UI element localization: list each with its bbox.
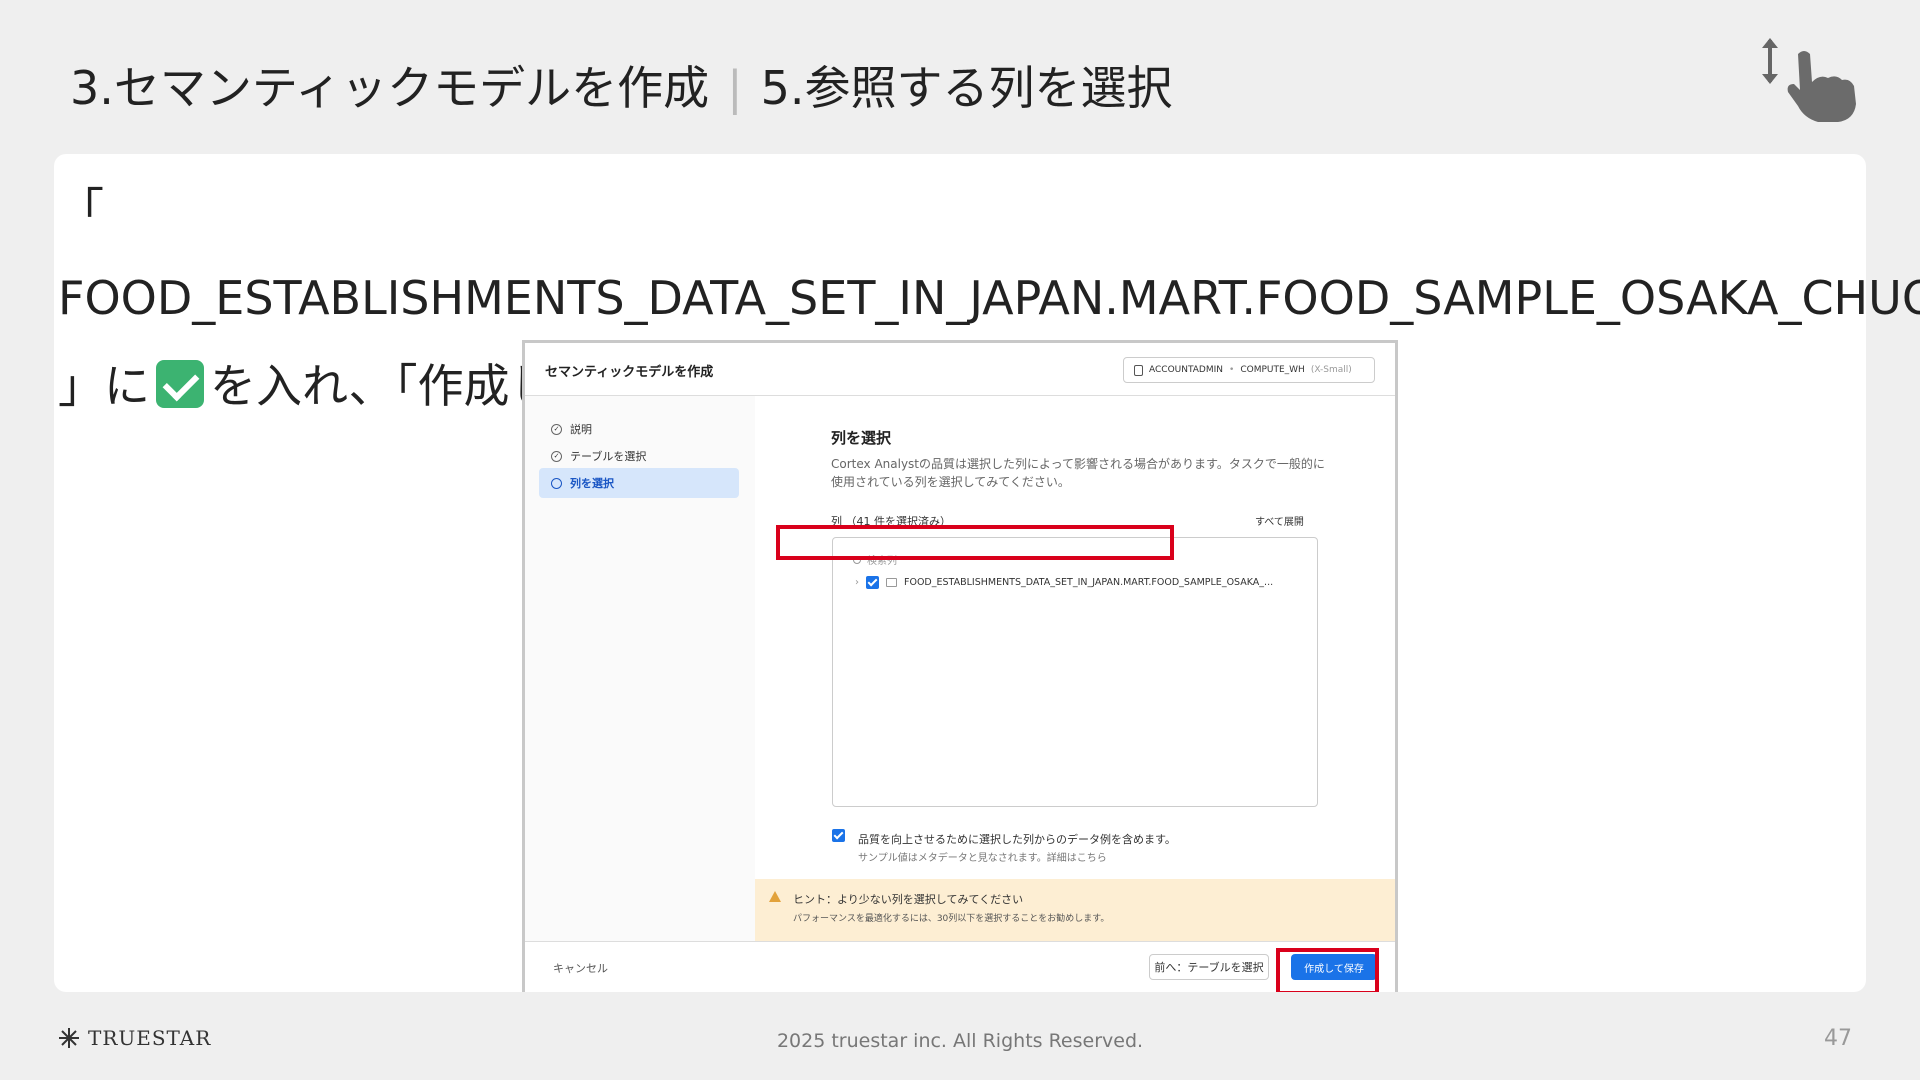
embedded-screenshot: セマンティックモデルを作成 ACCOUNTADMIN • COMPUTE_WH … [522,340,1398,992]
highlight-box-save-button [1276,948,1379,992]
context-selector[interactable]: ACCOUNTADMIN • COMPUTE_WH (X-Small) [1123,357,1375,383]
slide-title-section: 3.セマンティックモデルを作成 [70,61,710,115]
dialog-footer: キャンセル 前へ：テーブルを選択 作成して保存 [525,941,1395,992]
step-description[interactable]: ✓ 説明 [539,414,739,444]
step-select-columns[interactable]: 列を選択 [539,468,739,498]
previous-button[interactable]: 前へ：テーブルを選択 [1149,954,1269,980]
table-tree-row[interactable]: › FOOD_ESTABLISHMENTS_DATA_SET_IN_JAPAN.… [855,572,1295,592]
include-sample-checkbox[interactable] [832,829,845,842]
include-sample-label: 品質を向上させるために選択した列からのデータ例を含めます。 [858,833,1176,846]
title-separator: | [727,61,743,115]
warehouse-name: COMPUTE_WH [1240,365,1305,375]
step-select-table[interactable]: ✓ テーブルを選択 [539,441,739,471]
tap-scroll-hand-icon [1762,38,1856,122]
check-circle-icon: ✓ [551,450,562,462]
table-icon [886,577,897,587]
section-title: 列を選択 [831,429,892,447]
table-checkbox[interactable] [866,575,879,589]
dialog-header: セマンティックモデルを作成 ACCOUNTADMIN • COMPUTE_WH … [525,343,1395,396]
circle-icon [551,477,562,489]
content-card: 「 FOOD_ESTABLISHMENTS_DATA_SET_IN_JAPAN.… [54,154,1920,992]
step-label: テーブルを選択 [570,450,647,463]
role-icon [1134,364,1143,376]
column-tree: 検索列 › FOOD_ESTABLISHMENTS_DATA_SET_IN_JA… [832,537,1318,807]
highlight-box-table-row [776,525,1174,560]
separator-dot: • [1229,365,1235,375]
check-mark-button-icon [156,360,204,408]
slide-title: 3.セマンティックモデルを作成 | 5.参照する列を選択 [70,52,1173,118]
dialog-title: セマンティックモデルを作成 [545,365,714,380]
wizard-sidebar: ✓ 説明 ✓ テーブルを選択 列を選択 [525,396,755,941]
section-description: Cortex Analystの品質は選択した列によって影響される場合があります。… [831,457,1325,489]
warehouse-size: (X-Small) [1310,365,1352,375]
step-label: 説明 [570,423,592,436]
hint-title: ヒント：より少ない列を選択してみてください [793,893,1024,906]
hint-body: パフォーマンスを最適化するには、30列以下を選択することをお勧めします。 [793,914,1110,924]
warning-icon [769,891,781,902]
hint-banner: ヒント：より少ない列を選択してみてください パフォーマンスを最適化するには、30… [755,879,1395,941]
check-circle-icon: ✓ [551,423,562,435]
page-number: 47 [1824,1026,1852,1051]
table-name: FOOD_ESTABLISHMENTS_DATA_SET_IN_JAPAN.MA… [904,576,1274,588]
slide-title-step: 5.参照する列を選択 [760,61,1173,115]
copyright: 2025 truestar inc. All Rights Reserved. [776,1030,1144,1052]
include-sample-note: サンプル値はメタデータと見なされます。詳細はこちら [858,853,1107,864]
chevron-right-icon[interactable]: › [855,577,859,588]
cancel-button[interactable]: キャンセル [553,960,608,976]
role-name: ACCOUNTADMIN [1149,365,1224,375]
step-label: 列を選択 [570,477,614,490]
expand-all-link[interactable]: すべて展開 [1255,513,1304,528]
